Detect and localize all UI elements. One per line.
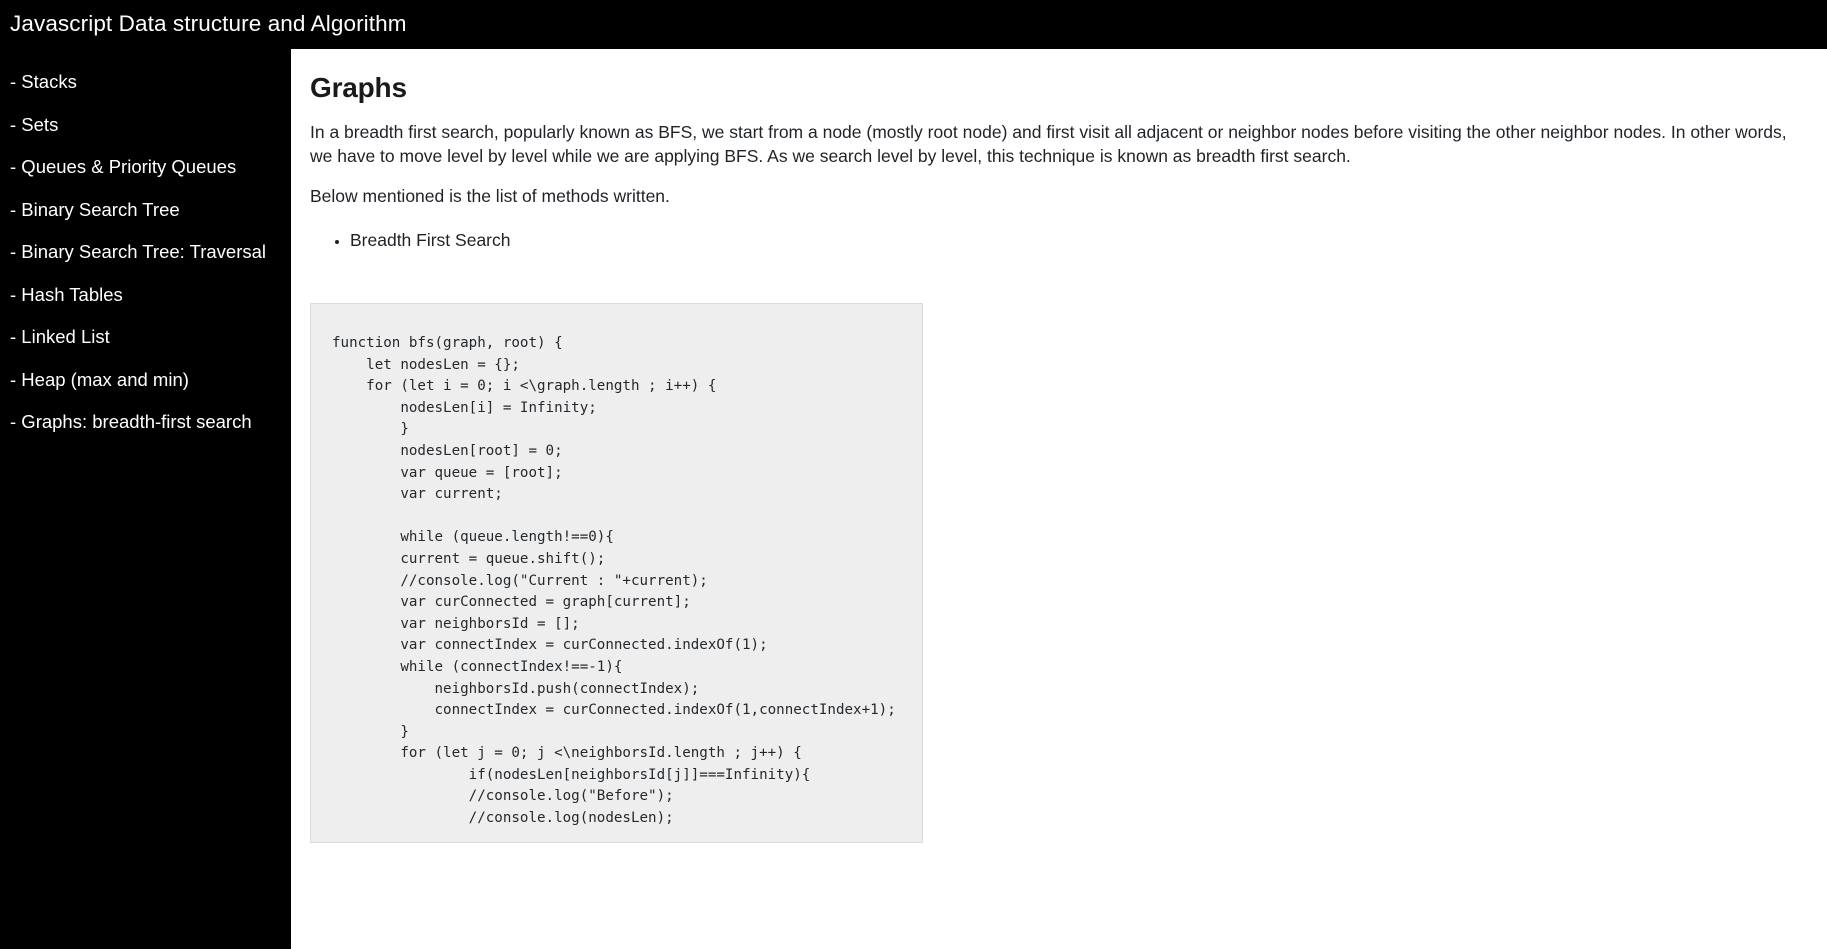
sidebar-item-binary-search-tree-traversal[interactable]: - Binary Search Tree: Traversal [0,242,291,266]
sidebar-nav: - Stacks - Sets - Queues & Priority Queu… [0,49,291,949]
code-block: function bfs(graph, root) { let nodesLen… [310,303,923,843]
methods-intro-paragraph: Below mentioned is the list of methods w… [310,186,670,207]
sidebar-item-binary-search-tree[interactable]: - Binary Search Tree [0,200,291,224]
sidebar-item-heap[interactable]: - Heap (max and min) [0,370,291,394]
main-content: Graphs In a breadth first search, popula… [291,49,1827,949]
sidebar-item-graphs-breadth-first-search[interactable]: - Graphs: breadth-first search [0,412,291,436]
sidebar-item-linked-list[interactable]: - Linked List [0,327,291,351]
page-root: Javascript Data structure and Algorithm … [0,0,1827,949]
methods-list: Breadth First Search [310,228,1809,253]
code-snippet: function bfs(graph, root) { let nodesLen… [332,335,896,827]
sidebar-item-hash-tables[interactable]: - Hash Tables [0,285,291,309]
list-item: Breadth First Search [350,228,1809,253]
site-title: Javascript Data structure and Algorithm [10,11,407,37]
intro-paragraph: In a breadth first search, popularly kno… [310,122,1787,166]
sidebar-item-stacks[interactable]: - Stacks [0,72,291,96]
sidebar-item-sets[interactable]: - Sets [0,115,291,139]
sidebar-item-queues-priority-queues[interactable]: - Queues & Priority Queues [0,157,291,181]
page-title: Graphs [310,72,407,103]
site-header: Javascript Data structure and Algorithm [0,0,1827,49]
